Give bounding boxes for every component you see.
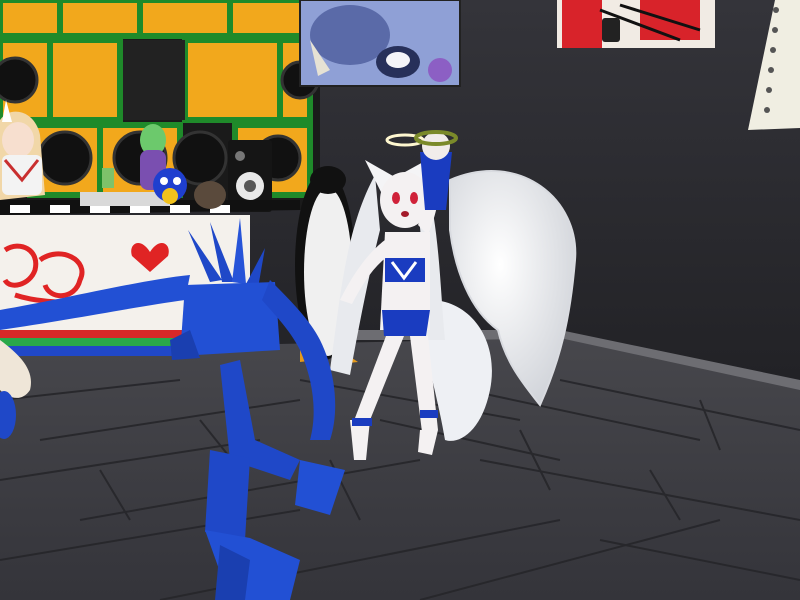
game-viewport[interactable] xyxy=(0,0,800,600)
poster-top-center xyxy=(299,0,461,87)
floor xyxy=(0,338,800,600)
outfit-bottom xyxy=(382,310,430,336)
poster-top-right xyxy=(557,0,715,48)
